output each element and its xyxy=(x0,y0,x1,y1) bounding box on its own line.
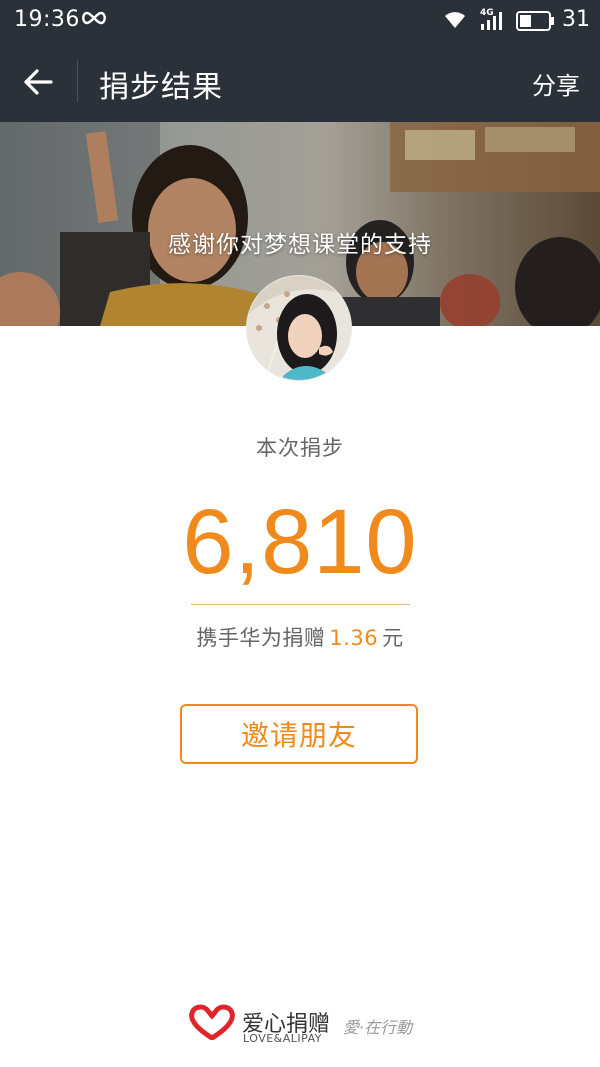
divider xyxy=(191,604,410,605)
avatar xyxy=(247,276,351,380)
navigation-bar: 捐步结果 分享 xyxy=(0,42,600,122)
nav-divider xyxy=(77,60,78,102)
step-count-value: 6,810 xyxy=(182,491,418,593)
share-button[interactable]: 分享 xyxy=(532,66,580,101)
donation-summary: 携手华为捐赠 1.36 元 xyxy=(0,622,600,652)
battery-level-text: 31 xyxy=(562,7,590,32)
banner-thanks-text: 感谢你对梦想课堂的支持 xyxy=(168,232,432,258)
arrow-left-icon xyxy=(24,69,53,95)
wifi-icon xyxy=(442,8,468,34)
infinity-icon xyxy=(80,9,108,31)
step-count-label: 本次捐步 xyxy=(256,436,344,460)
back-button[interactable] xyxy=(14,58,62,106)
status-time: 19:36 xyxy=(14,7,80,32)
footer-tagline: 愛·在行動 xyxy=(343,1018,413,1037)
donation-unit: 元 xyxy=(382,626,404,650)
status-bar: 19:36 4G 31 xyxy=(0,0,600,42)
footer-brand-en: LOVE&ALIPAY xyxy=(243,1032,322,1045)
donation-amount: 1.36 xyxy=(329,626,379,650)
heart-logo-icon xyxy=(188,1004,236,1044)
battery-icon xyxy=(516,10,556,36)
signal-icon xyxy=(478,8,506,36)
invite-friends-button[interactable]: 邀请朋友 xyxy=(180,704,418,764)
page-title: 捐步结果 xyxy=(99,70,223,105)
donation-prefix: 携手华为捐赠 xyxy=(196,626,326,650)
user-photo xyxy=(247,276,351,380)
